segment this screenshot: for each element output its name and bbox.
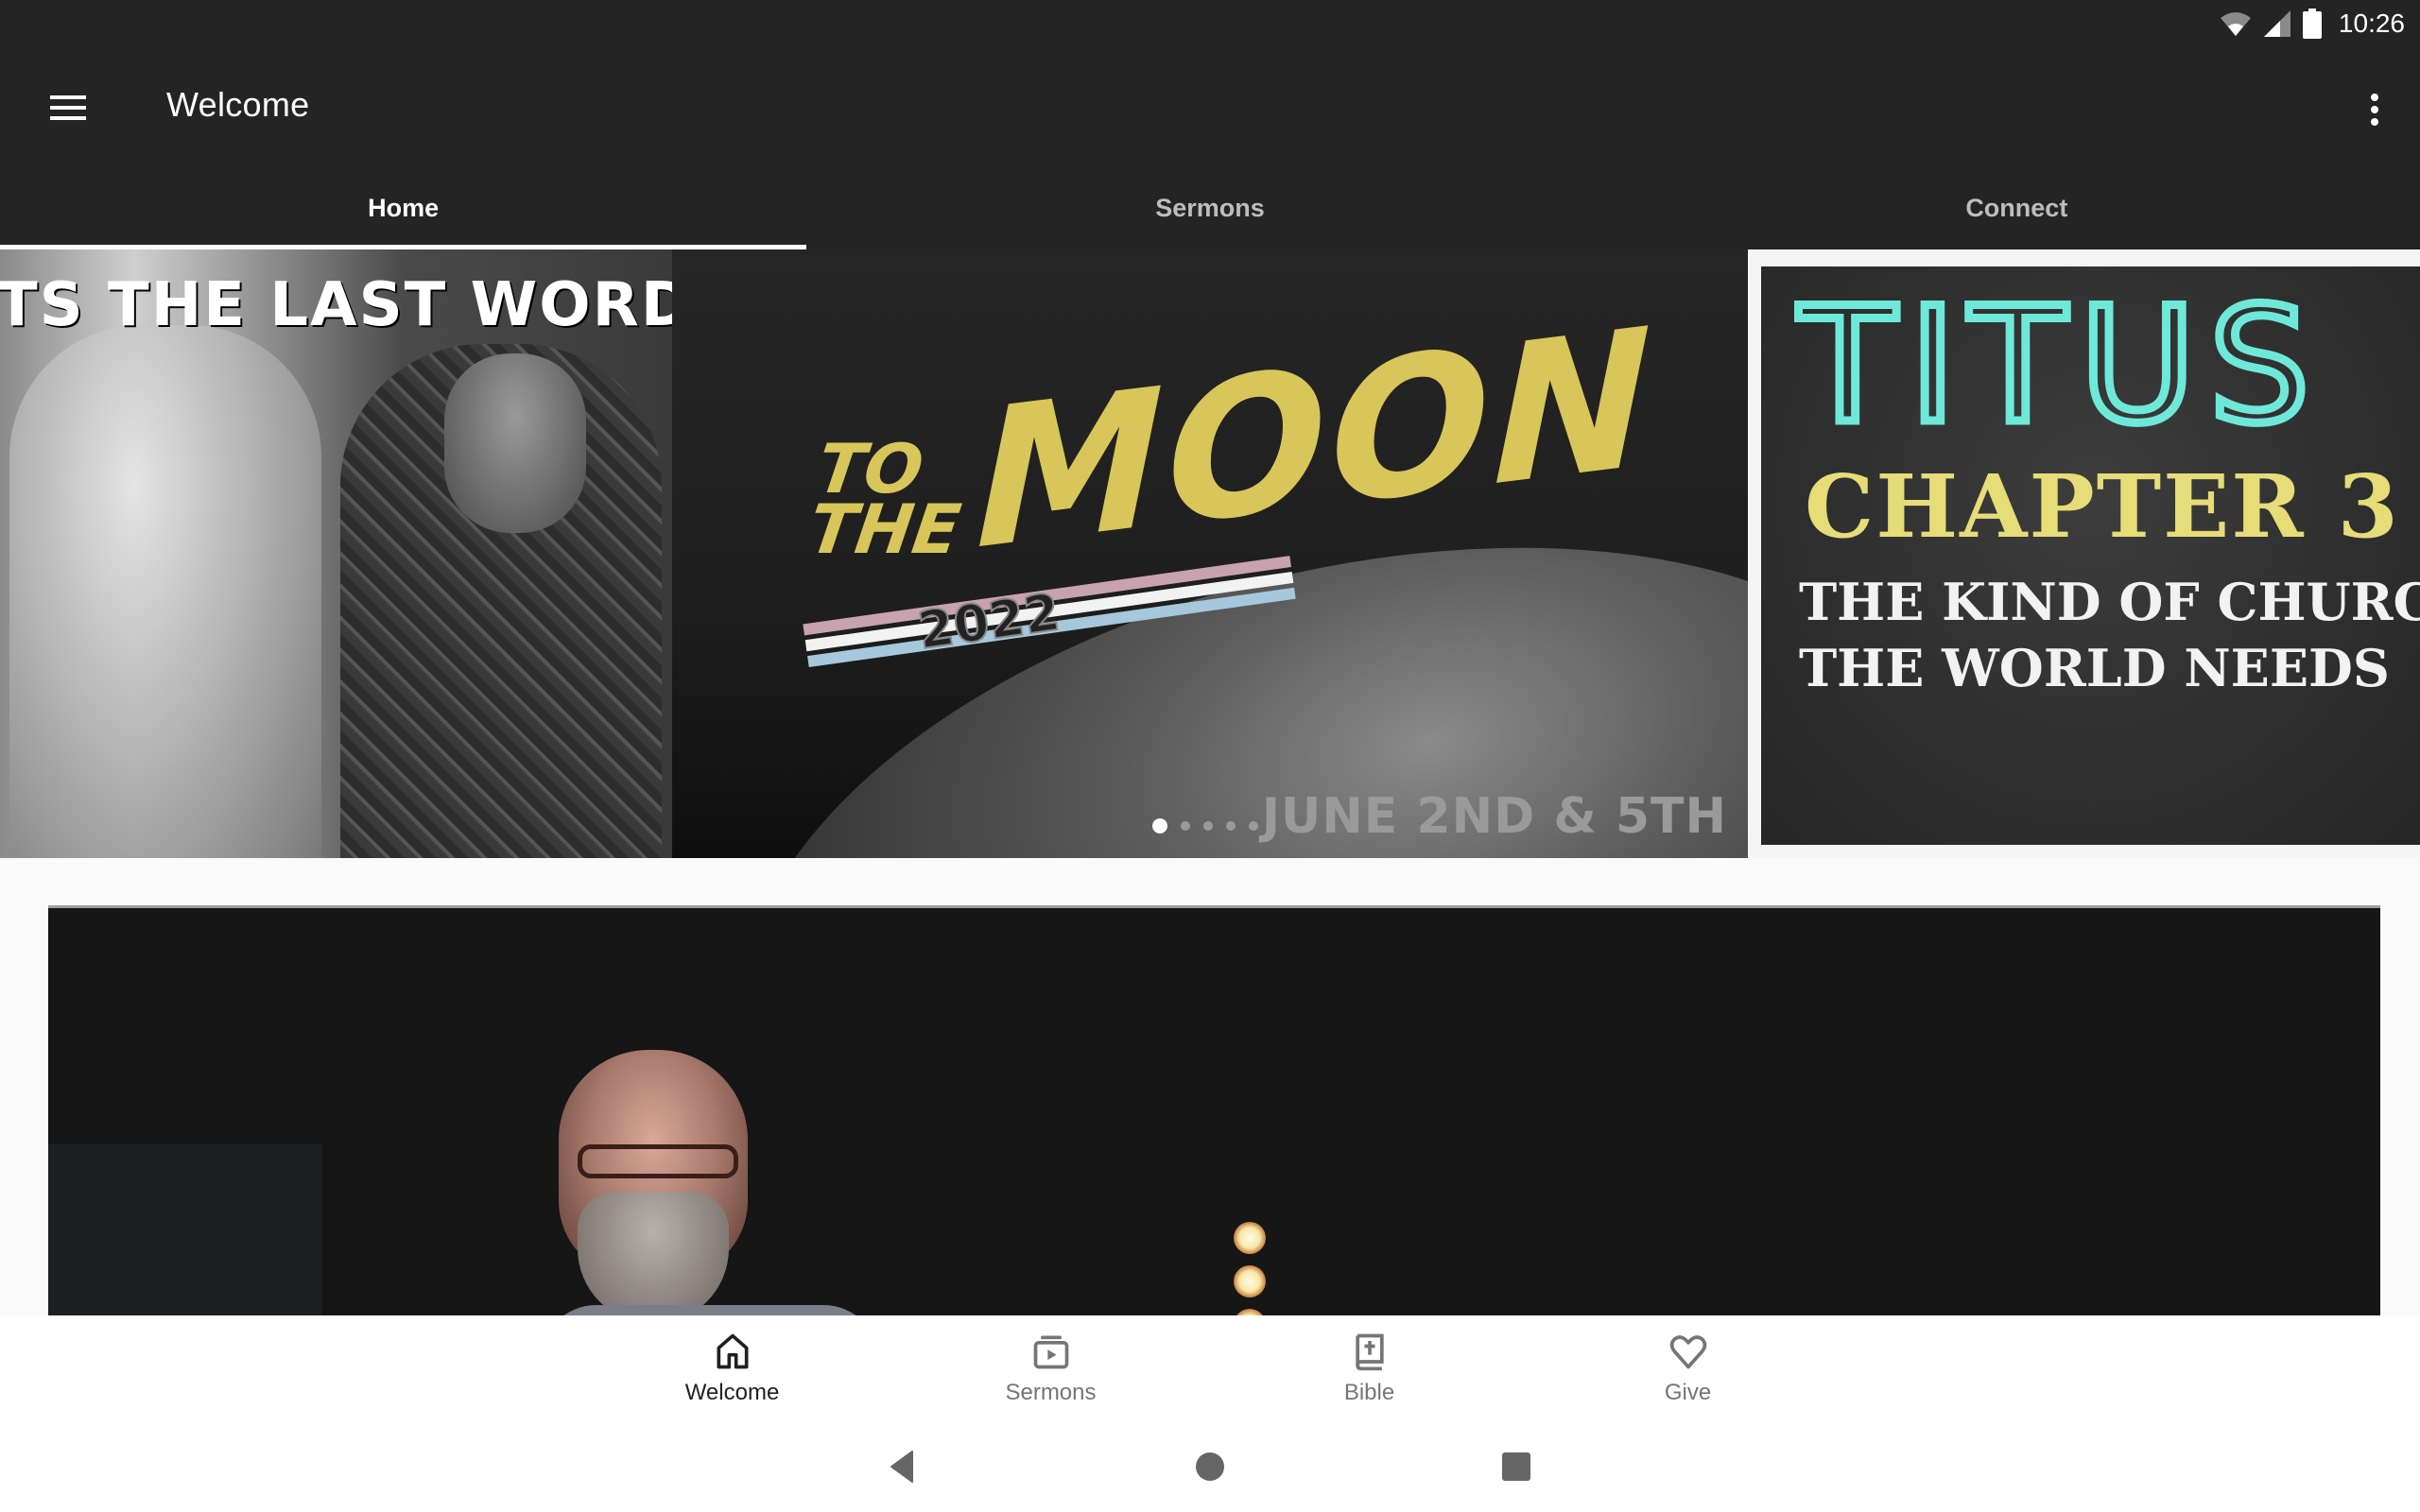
slide-image-painting bbox=[9, 325, 321, 858]
tab-home[interactable]: Home bbox=[0, 166, 807, 249]
bible-icon bbox=[1355, 1333, 1384, 1371]
background-screen bbox=[48, 1144, 322, 1315]
bottom-navigation: Welcome Sermons Bible Give bbox=[0, 1315, 2420, 1421]
speaker-shirt bbox=[540, 1305, 880, 1315]
app-screen: 10:26 Welcome Home Sermons Connect TS TH… bbox=[0, 0, 2420, 1512]
status-time: 10:26 bbox=[2338, 9, 2405, 38]
home-button-icon[interactable] bbox=[1191, 1448, 1229, 1486]
cellular-signal-icon bbox=[2263, 10, 2290, 37]
tab-sermons[interactable]: Sermons bbox=[806, 166, 1613, 249]
slide-title: TITUS bbox=[1794, 273, 2324, 458]
battery-icon bbox=[2302, 9, 2322, 39]
page-title: Welcome bbox=[166, 85, 310, 124]
system-navigation-bar bbox=[0, 1421, 2420, 1512]
back-icon[interactable] bbox=[884, 1448, 922, 1486]
app-bar: Welcome bbox=[0, 45, 2420, 166]
bottom-nav-welcome[interactable]: Welcome bbox=[573, 1315, 891, 1421]
slide-subtitle-line-1: THE KIND OF CHURCH bbox=[1799, 572, 2420, 632]
stage-light bbox=[1234, 1309, 1266, 1315]
home-icon bbox=[717, 1333, 748, 1369]
slide-year: 2022 bbox=[913, 581, 1064, 662]
titus-artwork: TITUS CHAPTER 3 THE KIND OF CHURCH THE W… bbox=[1761, 266, 2420, 845]
bottom-nav-label: Sermons bbox=[1005, 1380, 1097, 1405]
banner-carousel[interactable]: TS THE LAST WORD TO THE MOON 2022 JUNE 2… bbox=[0, 249, 2420, 858]
status-bar: 10:26 bbox=[0, 0, 2420, 45]
recents-icon[interactable] bbox=[1497, 1448, 1535, 1486]
wifi-icon bbox=[2220, 12, 2251, 36]
stage-light bbox=[1234, 1222, 1266, 1254]
slide-date: JUNE 2ND & 5TH bbox=[1261, 788, 1727, 845]
bottom-nav-sermons[interactable]: Sermons bbox=[891, 1315, 1210, 1421]
carousel-slide-last-word[interactable]: TS THE LAST WORD bbox=[0, 249, 672, 858]
sermon-video-preview[interactable] bbox=[48, 905, 2380, 1315]
slide-title: TS THE LAST WORD bbox=[0, 270, 672, 340]
page-dot-1[interactable] bbox=[1152, 818, 1167, 833]
carousel-slide-to-the-moon[interactable]: TO THE MOON 2022 JUNE 2ND & 5TH bbox=[672, 249, 1748, 858]
slide-headline-prefix: TO THE bbox=[804, 429, 973, 569]
speaker-glasses bbox=[578, 1144, 738, 1178]
tab-connect[interactable]: Connect bbox=[1614, 166, 2420, 249]
page-dot-5[interactable] bbox=[1249, 821, 1258, 831]
top-tabs: Home Sermons Connect bbox=[0, 166, 2420, 249]
more-vertical-icon[interactable] bbox=[2352, 79, 2397, 140]
bottom-nav-label: Give bbox=[1664, 1380, 1712, 1405]
slide-chapter: CHAPTER 3 bbox=[1805, 455, 2400, 558]
bottom-nav-bible[interactable]: Bible bbox=[1210, 1315, 1529, 1421]
page-dot-3[interactable] bbox=[1203, 821, 1213, 831]
bottom-nav-label: Bible bbox=[1343, 1380, 1395, 1405]
video-library-icon bbox=[1033, 1335, 1068, 1369]
carousel-page-indicator bbox=[1152, 818, 1258, 833]
stage-light bbox=[1234, 1265, 1266, 1297]
page-dot-2[interactable] bbox=[1181, 821, 1190, 831]
page-dot-4[interactable] bbox=[1226, 821, 1236, 831]
slide-image-speaker-head bbox=[444, 353, 586, 533]
bottom-nav-label: Welcome bbox=[684, 1380, 780, 1405]
heart-icon bbox=[1669, 1335, 1706, 1369]
slide-headline: MOON bbox=[975, 286, 1657, 593]
slide-line-the: THE bbox=[804, 490, 965, 569]
bottom-nav-give[interactable]: Give bbox=[1529, 1315, 1847, 1421]
speaker-beard bbox=[578, 1192, 729, 1315]
slide-subtitle-line-2: THE WORLD NEEDS bbox=[1799, 638, 2390, 698]
slide-subtitle: THE KIND OF CHURCH THE WORLD NEEDS bbox=[1799, 569, 2420, 701]
hamburger-menu-icon[interactable] bbox=[38, 77, 98, 138]
carousel-slide-titus[interactable]: TITUS CHAPTER 3 THE KIND OF CHURCH THE W… bbox=[1748, 249, 2420, 858]
